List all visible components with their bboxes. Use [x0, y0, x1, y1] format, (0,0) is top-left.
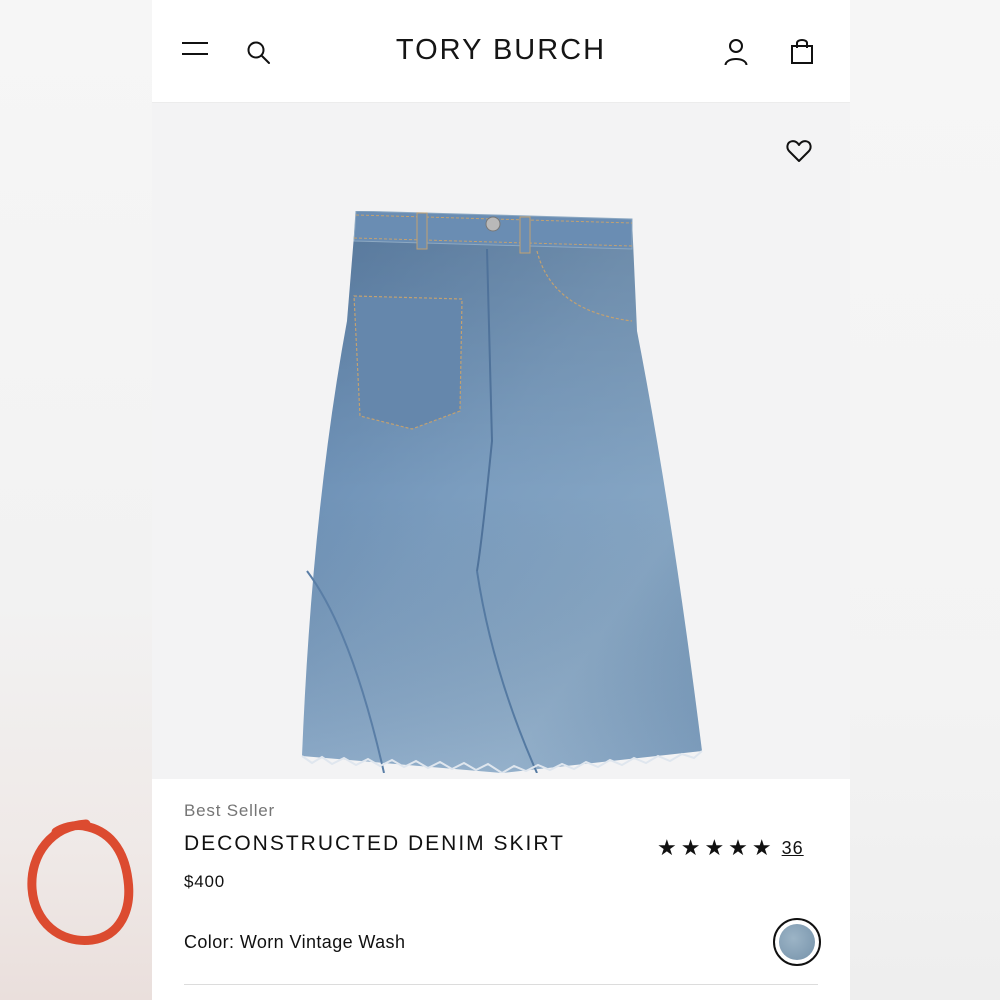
product-title: DECONSTRUCTED DENIM SKIRT	[184, 832, 565, 855]
product-price: $400	[184, 872, 226, 891]
product-image-area	[152, 103, 850, 779]
product-image[interactable]	[292, 211, 712, 773]
heart-icon[interactable]	[786, 138, 812, 164]
color-label: Color: Worn Vintage Wash	[184, 932, 406, 952]
product-page: TORY BURCH Best Seller DECONSTRUCTED DEN…	[152, 0, 850, 1000]
account-icon[interactable]	[724, 38, 748, 66]
shopping-bag-icon[interactable]	[790, 37, 814, 65]
product-info: Best Seller DECONSTRUCTED DENIM SKIRT $4…	[152, 779, 850, 1000]
swatch-fill	[779, 924, 815, 960]
divider	[184, 984, 818, 985]
star-rating-icon: ★★★★★	[657, 835, 776, 860]
site-header: TORY BURCH	[152, 0, 850, 103]
review-count-link[interactable]: 36	[782, 838, 804, 859]
product-rating[interactable]: ★★★★★ 36	[657, 835, 804, 860]
background-left	[0, 0, 152, 1000]
color-swatch-worn-vintage-wash[interactable]	[773, 918, 821, 966]
background-right	[850, 0, 1000, 1000]
best-seller-badge: Best Seller	[184, 801, 276, 820]
